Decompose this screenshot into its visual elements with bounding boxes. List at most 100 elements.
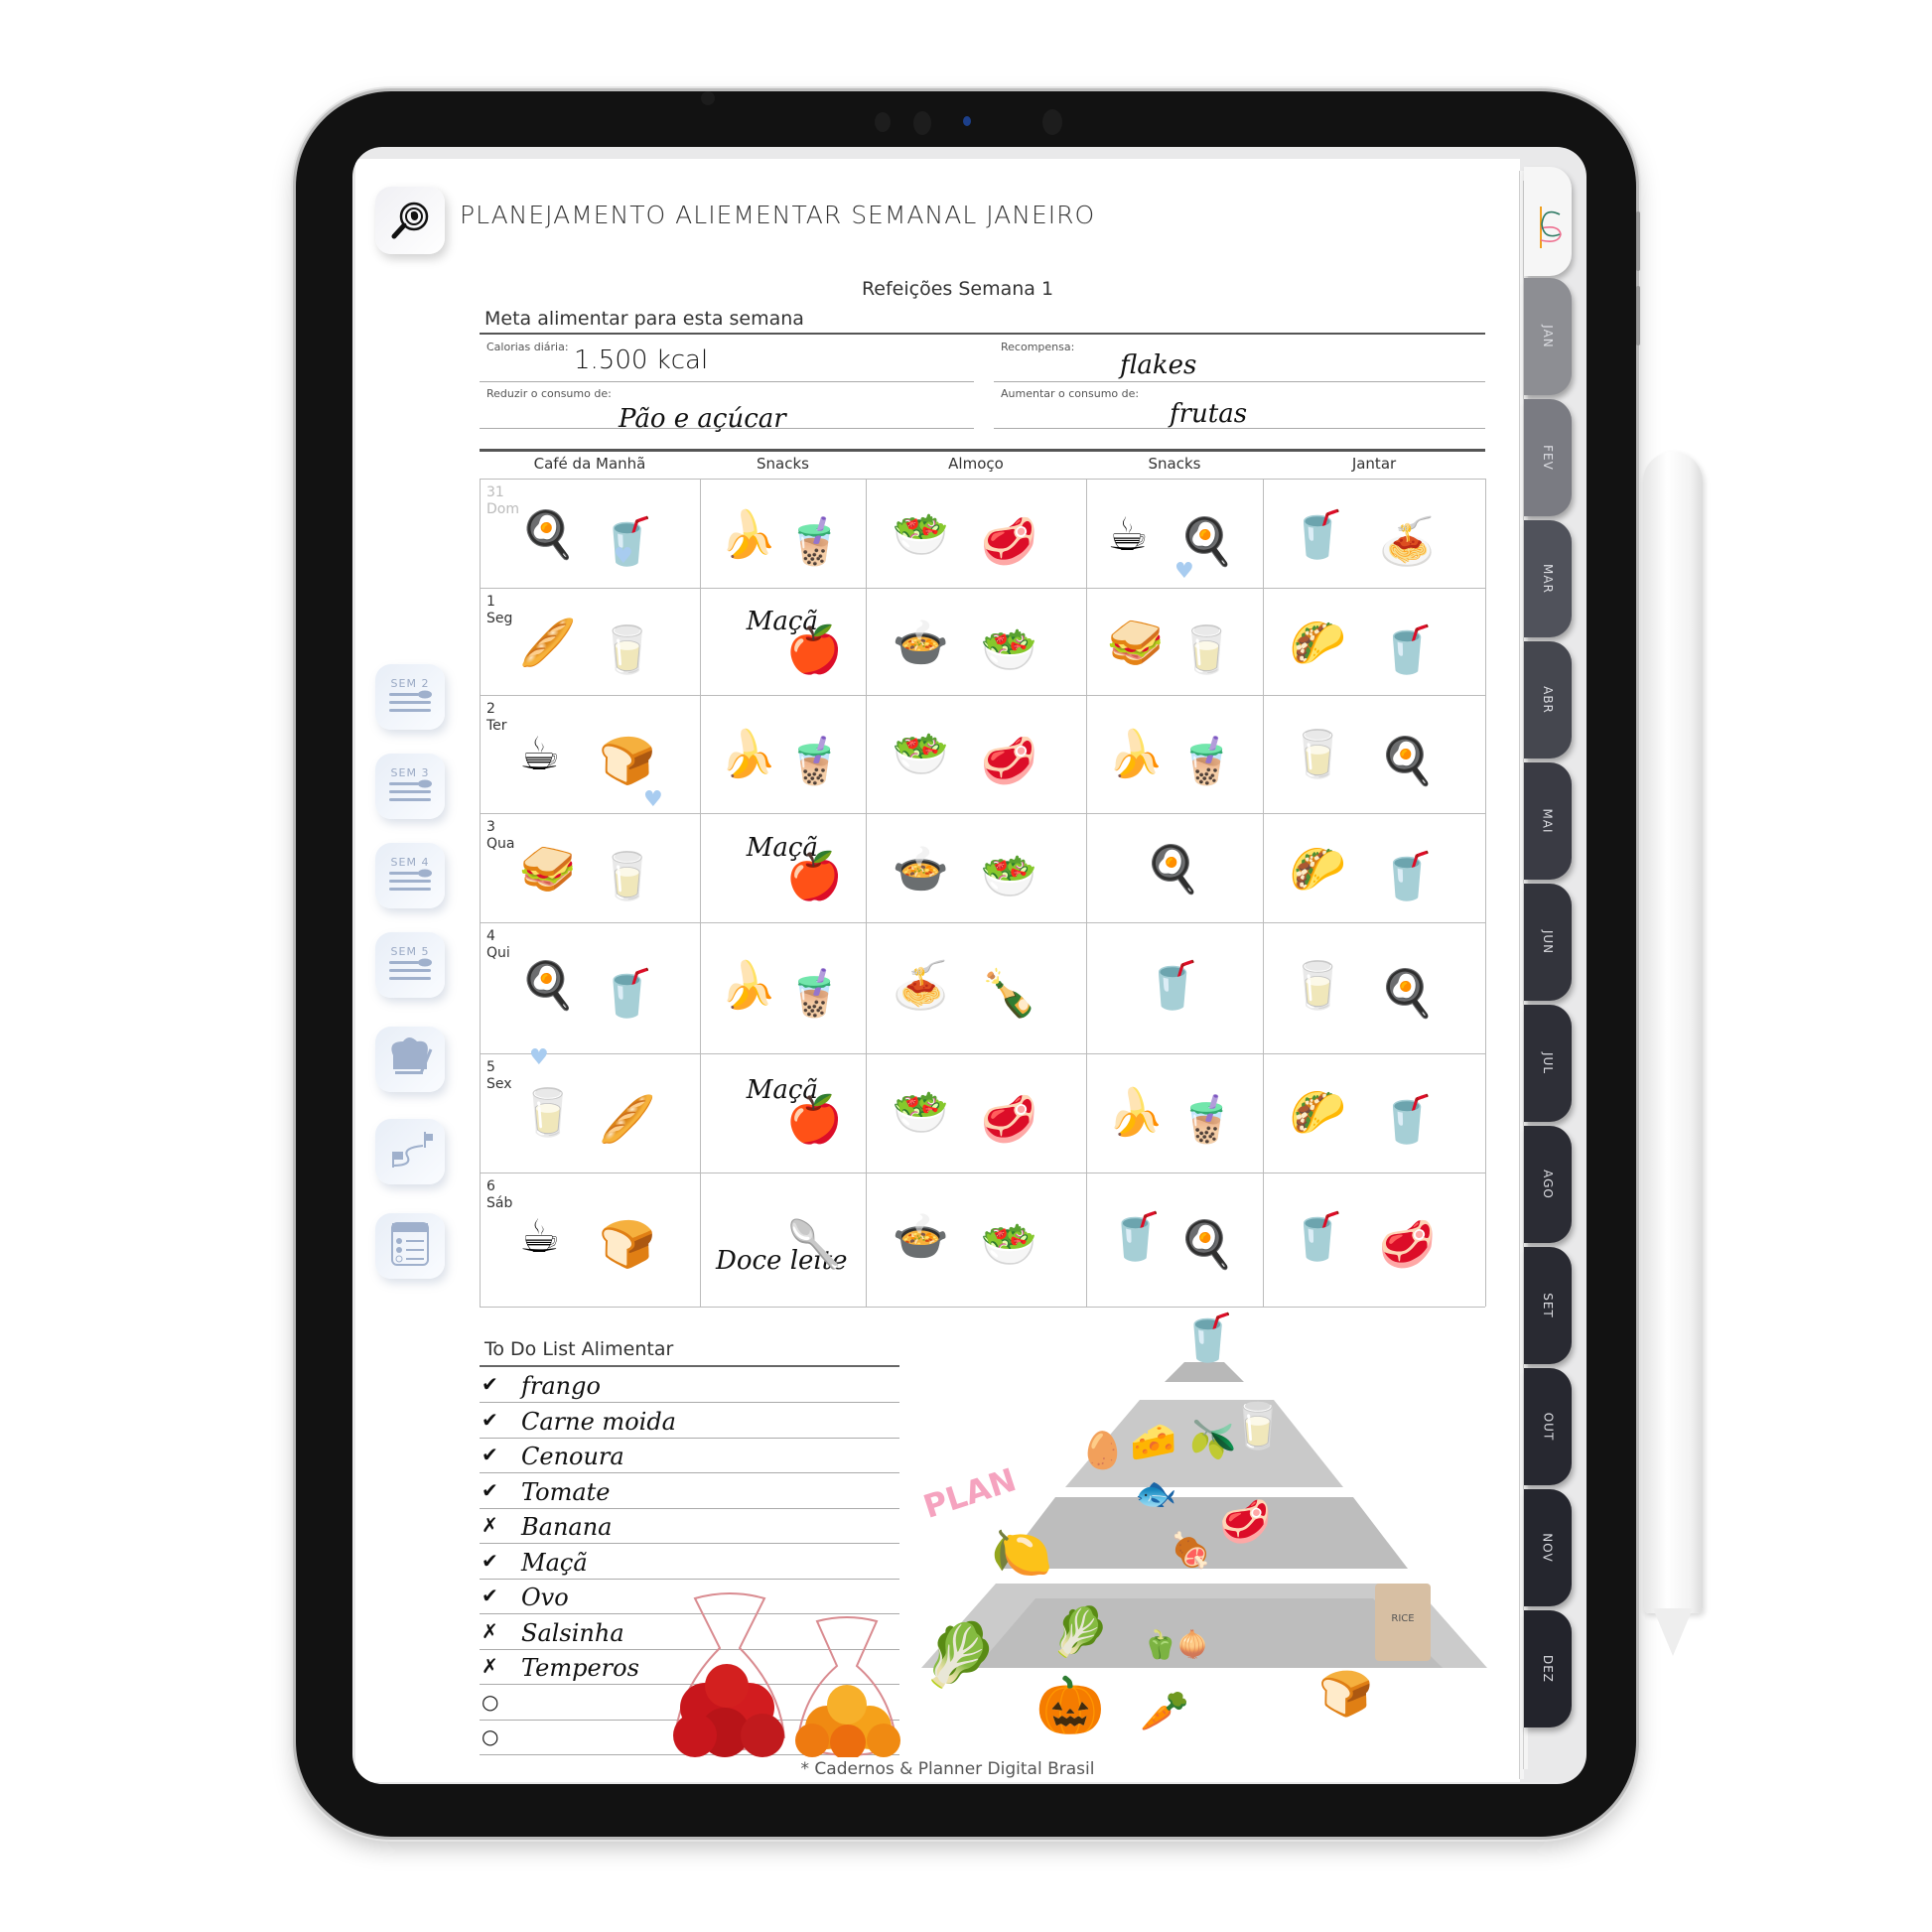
meal-cell[interactable]: 🍌 🧋 xyxy=(700,479,866,588)
empty-circle-icon[interactable]: ○ xyxy=(482,1725,498,1748)
milk-glass-icon: 🥛 xyxy=(599,848,656,902)
tab-abr[interactable]: ABR xyxy=(1524,641,1572,759)
meal-cell[interactable]: 🥤 xyxy=(1086,922,1263,1053)
todo-item[interactable]: ✔ Carne moida xyxy=(480,1403,899,1439)
meal-cell[interactable]: 🥪 🥛 xyxy=(480,813,700,922)
apple-pencil xyxy=(1643,452,1703,1613)
meal-cell[interactable]: 🍌 🧋 xyxy=(1086,695,1263,813)
nav-sem-5[interactable]: SEM 5 xyxy=(375,932,445,998)
checked-icon[interactable]: ✔ xyxy=(482,1549,498,1573)
meal-cell[interactable]: 🍝 🍾 xyxy=(866,922,1086,1053)
crossed-icon[interactable]: ✗ xyxy=(482,1619,498,1643)
meal-cell[interactable]: 🌮 🥤 xyxy=(1263,588,1485,695)
meal-cell[interactable]: 🥗 🥩 xyxy=(866,695,1086,813)
steak-icon: 🥩 xyxy=(980,1092,1037,1147)
spaghetti-icon: 🍝 xyxy=(892,957,949,1012)
sensor-icon xyxy=(1042,109,1062,135)
meal-cell[interactable]: 🍳 🥤 xyxy=(480,479,700,588)
crossed-icon[interactable]: ✗ xyxy=(482,1654,498,1678)
meal-cell[interactable]: 🌮 🥤 xyxy=(1263,813,1485,922)
meal-cell[interactable]: 🍲 🥗 xyxy=(866,588,1086,695)
tab-label: SET xyxy=(1541,1293,1555,1318)
tab-jan[interactable]: JAN xyxy=(1524,278,1572,395)
meal-cell[interactable]: 🍌 🧋 xyxy=(700,922,866,1053)
increase-value[interactable]: frutas xyxy=(1170,399,1247,429)
meal-cell[interactable]: Maçã 🍎 xyxy=(700,588,866,695)
meal-cell[interactable]: ☕ 🍞 xyxy=(480,695,700,813)
rice-bag-icon: RICE xyxy=(1375,1584,1431,1661)
nav-chef-hat[interactable] xyxy=(375,1027,445,1092)
tab-ago[interactable]: AGO xyxy=(1524,1126,1572,1243)
meal-cell[interactable]: 🍳 🥤 xyxy=(480,922,700,1053)
reduce-value[interactable]: Pão e açúcar xyxy=(619,404,786,434)
drink-icon: 🥤 xyxy=(1378,621,1436,676)
orange-bag-illustration xyxy=(792,1613,901,1760)
tab-set[interactable]: SET xyxy=(1524,1247,1572,1364)
todo-item[interactable]: ✔ Tomate xyxy=(480,1473,899,1509)
field-line xyxy=(480,381,974,382)
checked-icon[interactable]: ✔ xyxy=(482,1443,498,1466)
home-button[interactable] xyxy=(375,187,445,254)
meal-cell[interactable]: 🥖 🥛 xyxy=(480,588,700,695)
tab-fev[interactable]: FEV xyxy=(1524,399,1572,516)
bread-icon: 🍞 xyxy=(599,733,656,787)
meal-cell[interactable]: 🥤 🍝 xyxy=(1263,479,1485,588)
tab-mar[interactable]: MAR xyxy=(1524,520,1572,637)
steak-icon: 🥩 xyxy=(980,513,1037,568)
nav-label: SEM 4 xyxy=(390,855,430,869)
apple-icon: 🍎 xyxy=(785,1092,844,1147)
camera-icon xyxy=(963,116,971,126)
crossed-icon[interactable]: ✗ xyxy=(482,1513,498,1537)
brand-logo-icon xyxy=(1540,207,1562,248)
nav-sem-2[interactable]: SEM 2 xyxy=(375,664,445,730)
meal-cell[interactable]: 🍌 🧋 xyxy=(1086,1053,1263,1173)
tab-out[interactable]: OUT xyxy=(1524,1368,1572,1485)
table-row: 2 Ter ☕ 🍞 🍌 🧋 🥗 🥩 🍌 🧋 🥛 🍳 xyxy=(480,695,1485,813)
reward-value[interactable]: flakes xyxy=(1120,350,1196,380)
meal-cell[interactable]: 🍲 🥗 xyxy=(866,813,1086,922)
todo-text: Banana xyxy=(521,1513,613,1541)
meal-cell[interactable]: 🥛 🍳 xyxy=(1263,695,1485,813)
meal-cell[interactable]: 🥗 🥩 xyxy=(866,1053,1086,1173)
meal-cell[interactable]: 🍌 🧋 xyxy=(700,695,866,813)
meal-cell[interactable]: ☕ 🍞 xyxy=(480,1173,700,1307)
calories-value[interactable]: 1.500 kcal xyxy=(574,345,708,375)
nav-list[interactable] xyxy=(375,1213,445,1279)
checked-icon[interactable]: ✔ xyxy=(482,1408,498,1432)
todo-item[interactable]: ✔ Maçã xyxy=(480,1544,899,1580)
nav-sem-3[interactable]: SEM 3 xyxy=(375,754,445,819)
meal-cell[interactable]: 🥪 🥛 xyxy=(1086,588,1263,695)
sensor-icon xyxy=(875,112,891,132)
tab-mai[interactable]: MAI xyxy=(1524,762,1572,880)
salad-icon: 🥗 xyxy=(892,507,949,561)
drink-icon: 🥤 xyxy=(1378,1092,1436,1147)
tab-dez[interactable]: DEZ xyxy=(1524,1610,1572,1727)
bread-icon: 🍞 xyxy=(599,1216,656,1271)
checked-icon[interactable]: ✔ xyxy=(482,1372,498,1396)
nav-sem-4[interactable]: SEM 4 xyxy=(375,843,445,908)
meal-cell[interactable]: 🥛 🥖 xyxy=(480,1053,700,1173)
meal-cell[interactable]: 🥛 🍳 xyxy=(1263,922,1485,1053)
milk-glass-icon: 🥛 xyxy=(1289,957,1347,1012)
nav-route-flags[interactable] xyxy=(375,1119,445,1184)
empty-circle-icon[interactable]: ○ xyxy=(482,1690,498,1714)
meal-cell[interactable]: 🍳 xyxy=(1086,813,1263,922)
meal-cell[interactable]: Maçã 🍎 xyxy=(700,1053,866,1173)
todo-item[interactable]: ✗ Banana xyxy=(480,1508,899,1544)
meal-cell[interactable]: 🥗 🥩 xyxy=(866,479,1086,588)
checked-icon[interactable]: ✔ xyxy=(482,1478,498,1502)
meal-cell[interactable]: Maçã 🍎 xyxy=(700,813,866,922)
meal-cell[interactable]: Doce leite 🥄 xyxy=(700,1173,866,1307)
todo-item[interactable]: ✔ frango xyxy=(480,1367,899,1403)
checked-icon[interactable]: ✔ xyxy=(482,1584,498,1607)
tab-jul[interactable]: JUL xyxy=(1524,1005,1572,1122)
todo-text: Ovo xyxy=(521,1584,569,1611)
meal-cell[interactable]: 🌮 🥤 xyxy=(1263,1053,1485,1173)
todo-text: Maçã xyxy=(521,1548,588,1577)
bubble-tea-icon: 🧋 xyxy=(785,513,844,568)
logo-tab[interactable] xyxy=(1524,167,1572,276)
tab-jun[interactable]: JUN xyxy=(1524,884,1572,1001)
list-icon xyxy=(388,1221,432,1271)
todo-item[interactable]: ✔ Cenoura xyxy=(480,1438,899,1473)
tab-nov[interactable]: NOV xyxy=(1524,1489,1572,1606)
